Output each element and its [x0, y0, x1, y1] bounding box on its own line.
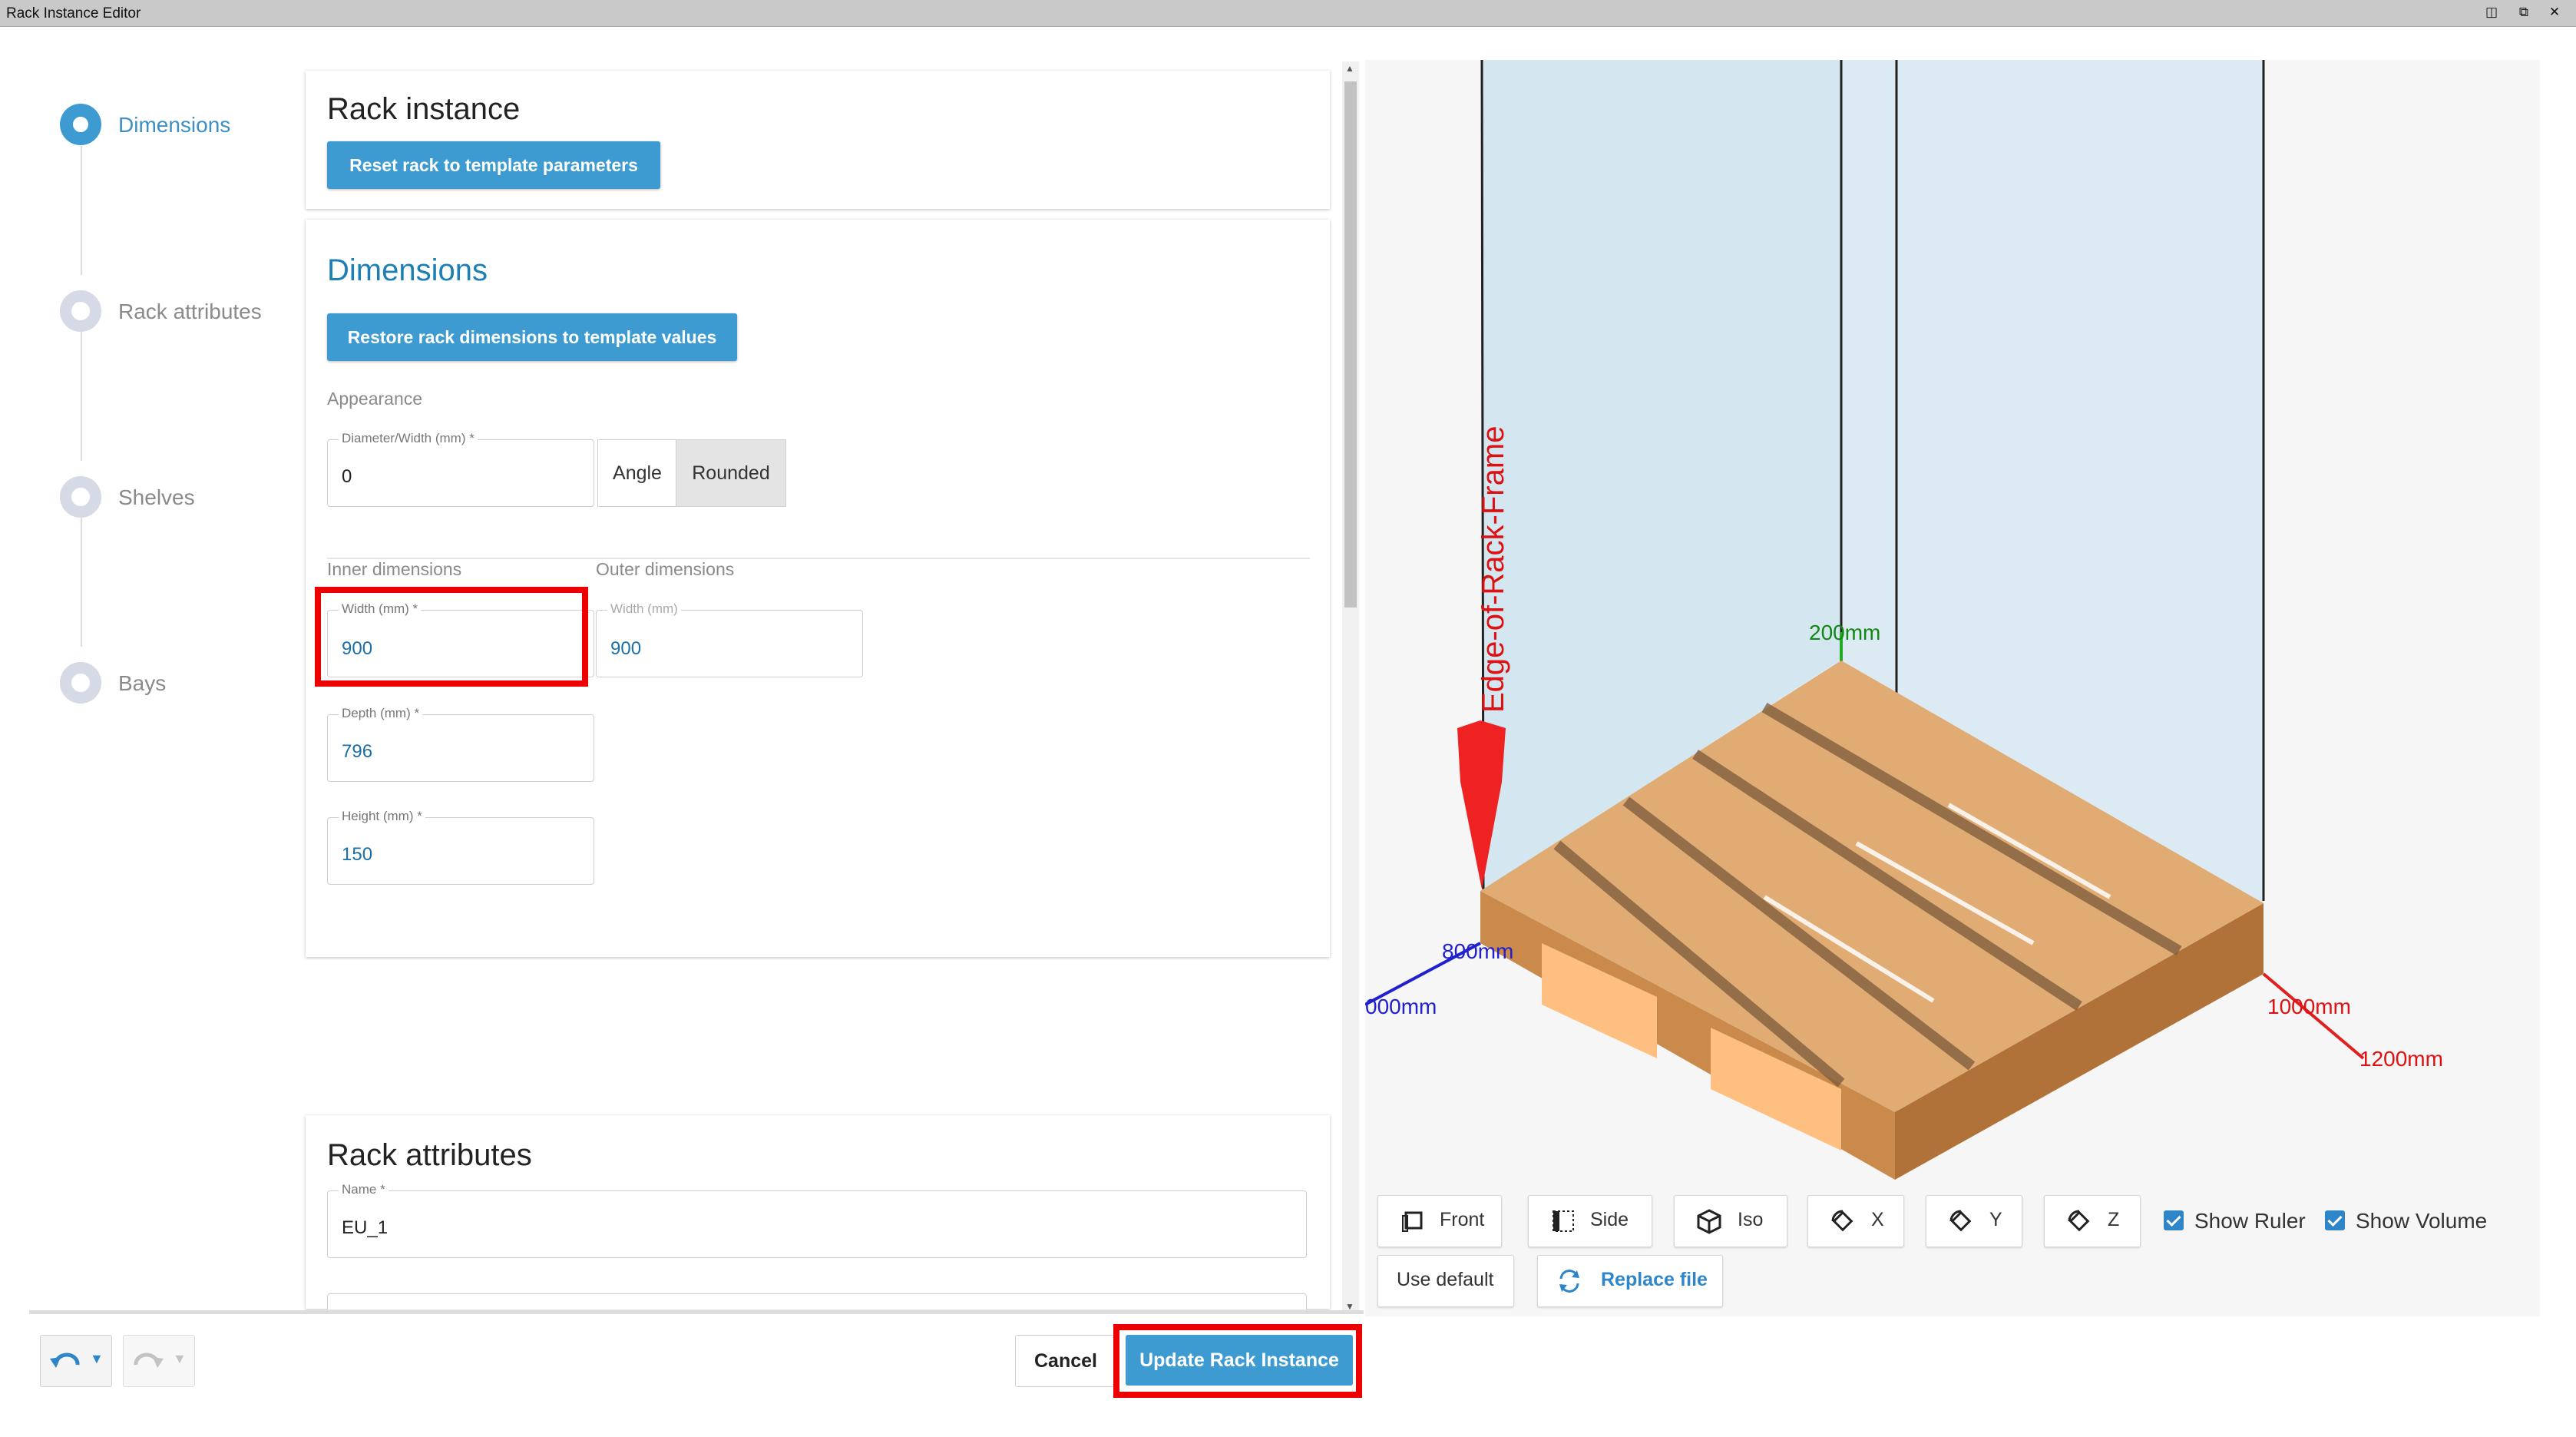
- rotate-x-icon: [1831, 1210, 1853, 1232]
- next-field-partial[interactable]: [327, 1293, 1307, 1310]
- step-label: Shelves: [118, 485, 195, 509]
- button-label: Side: [1590, 1209, 1629, 1230]
- ruler-label-width: 1000mm: [2267, 995, 2351, 1018]
- close-icon[interactable]: ✕: [2546, 4, 2563, 21]
- field-label: Diameter/Width (mm) *: [339, 431, 478, 446]
- depth-field[interactable]: Depth (mm) * 796: [327, 706, 594, 782]
- button-label: Replace file: [1601, 1269, 1708, 1290]
- show-ruler-label[interactable]: Show Ruler: [2194, 1209, 2306, 1233]
- stepper-connector: [81, 518, 82, 647]
- show-volume-label[interactable]: Show Volume: [2356, 1209, 2487, 1233]
- height-field[interactable]: Height (mm) * 150: [327, 809, 594, 885]
- rotate-z-icon: [2068, 1210, 2090, 1232]
- highlight-inner-width: [315, 587, 588, 687]
- redo-icon: [134, 1353, 164, 1368]
- scroll-up-arrow-icon[interactable]: ▲: [1345, 63, 1354, 74]
- rotate-x-button[interactable]: X: [1807, 1195, 1904, 1247]
- cancel-button[interactable]: Cancel: [1015, 1335, 1116, 1387]
- field-value: 796: [342, 741, 373, 762]
- button-label: Z: [2108, 1209, 2120, 1230]
- front-view-button[interactable]: Front: [1377, 1195, 1502, 1247]
- window-title-bar: Rack Instance Editor ◫ ⧉ ✕: [0, 0, 2576, 27]
- button-label: Iso: [1738, 1209, 1764, 1230]
- field-label: Depth (mm) *: [339, 706, 423, 721]
- rack-instance-title: Rack instance: [327, 92, 521, 126]
- field-value: 900: [610, 638, 642, 659]
- ruler-label-depth: 800mm: [1442, 939, 1513, 963]
- rack-instance-card: Rack instance Reset rack to template par…: [306, 71, 1330, 209]
- reset-rack-button[interactable]: Reset rack to template parameters: [327, 141, 660, 189]
- front-view-icon: [1402, 1211, 1423, 1232]
- field-value: EU_1: [342, 1217, 389, 1238]
- appearance-angle-option[interactable]: Angle: [597, 439, 677, 507]
- stepper-connector: [81, 146, 82, 275]
- rotate-y-icon: [1949, 1210, 1972, 1232]
- step-active-icon: [60, 104, 101, 145]
- rack-attributes-title: Rack attributes: [327, 1138, 532, 1172]
- button-label: X: [1871, 1209, 1884, 1230]
- field-value: 150: [342, 844, 373, 865]
- rack-3d-scene: Edge-of-Rack-Frame 200mm 800mm 000mm 100…: [1364, 59, 2443, 1180]
- step-inactive-icon: [60, 290, 101, 332]
- show-volume-checkbox[interactable]: [2325, 1210, 2345, 1230]
- undo-button[interactable]: ▼: [40, 1335, 112, 1387]
- ruler-label-depth2: 000mm: [1365, 995, 1437, 1018]
- outer-dimensions-label: Outer dimensions: [596, 559, 735, 579]
- edge-of-rack-frame-label: Edge-of-Rack-Frame: [1476, 426, 1510, 713]
- highlight-update-button: [1113, 1324, 1362, 1398]
- field-label: Height (mm) *: [339, 809, 425, 824]
- form-scrollbar-thumb[interactable]: [1344, 81, 1357, 608]
- step-label: Bays: [118, 671, 167, 695]
- step-inactive-icon: [60, 662, 101, 704]
- dimensions-title: Dimensions: [327, 253, 488, 287]
- restore-window-icon[interactable]: ⧉: [2515, 4, 2532, 21]
- side-view-icon: [1553, 1210, 1574, 1232]
- refresh-icon: [1559, 1270, 1579, 1293]
- ruler-label-top: 200mm: [1809, 621, 1880, 644]
- undo-icon: [50, 1353, 80, 1368]
- step-label: Rack attributes: [118, 300, 262, 323]
- redo-dropdown-icon[interactable]: ▼: [173, 1351, 187, 1367]
- field-value: 0: [342, 466, 352, 487]
- cube-icon: [1697, 1209, 1721, 1234]
- step-label: Dimensions: [118, 113, 231, 137]
- name-field[interactable]: Name * EU_1: [327, 1182, 1307, 1258]
- divider: [327, 558, 1310, 559]
- rotate-z-button[interactable]: Z: [2044, 1195, 2141, 1247]
- rack-3d-viewer[interactable]: Edge-of-Rack-Frame 200mm 800mm 000mm 100…: [1364, 59, 2540, 1316]
- restore-dimensions-button[interactable]: Restore rack dimensions to template valu…: [327, 313, 737, 361]
- side-view-button[interactable]: Side: [1528, 1195, 1652, 1247]
- step-inactive-icon: [60, 476, 101, 518]
- field-label: Name *: [339, 1182, 389, 1197]
- window-title: Rack Instance Editor: [6, 5, 141, 22]
- use-default-button[interactable]: Use default: [1377, 1255, 1514, 1307]
- rotate-y-button[interactable]: Y: [1926, 1195, 2022, 1247]
- replace-file-button[interactable]: Replace file: [1537, 1255, 1723, 1307]
- button-label: Use default: [1397, 1269, 1494, 1290]
- rack-attributes-card: Rack attributes Name * EU_1: [306, 1115, 1330, 1310]
- stepper-connector: [81, 332, 82, 461]
- ruler-label-width2: 1200mm: [2359, 1047, 2443, 1071]
- diameter-width-field[interactable]: Diameter/Width (mm) * 0: [327, 431, 594, 507]
- inner-dimensions-label: Inner dimensions: [327, 559, 462, 579]
- show-ruler-checkbox[interactable]: [2164, 1210, 2184, 1230]
- outer-width-field: Width (mm) 900: [596, 601, 863, 677]
- redo-button[interactable]: ▼: [123, 1335, 195, 1387]
- pin-icon[interactable]: ◫: [2483, 4, 2500, 21]
- footer-separator: [29, 1310, 1364, 1314]
- appearance-label: Appearance: [327, 389, 423, 409]
- iso-view-button[interactable]: Iso: [1674, 1195, 1787, 1247]
- undo-dropdown-icon[interactable]: ▼: [90, 1351, 104, 1367]
- field-label: Width (mm): [607, 601, 681, 617]
- button-label: Y: [1989, 1209, 2002, 1230]
- button-label: Front: [1440, 1209, 1485, 1230]
- appearance-rounded-option[interactable]: Rounded: [676, 439, 786, 507]
